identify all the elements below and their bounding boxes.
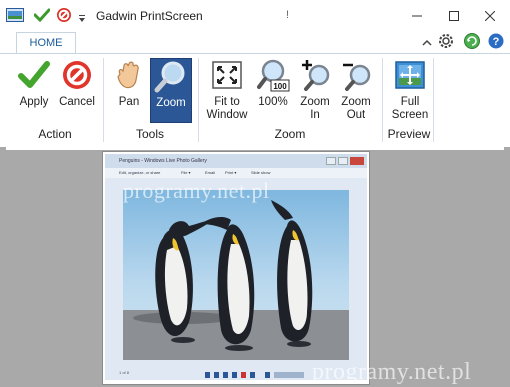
zoom-out-label-2: Out <box>346 109 366 121</box>
captured-window-titlebar: Penguins - Windows Live Photo Gallery <box>105 154 367 168</box>
zoom-tool-label: Zoom <box>156 97 186 109</box>
screen-label: Screen <box>391 109 429 121</box>
full-screen-icon <box>393 58 427 92</box>
collapse-ribbon-icon[interactable] <box>422 37 432 51</box>
apply-check-icon <box>17 58 51 92</box>
captured-maximize-icon <box>338 157 348 165</box>
fit-to-window-button[interactable]: Fit to Window <box>204 58 250 122</box>
captured-toolbar-item: Email <box>205 170 216 175</box>
captured-toolbar: Edit, organize, or share File ▾ Email Pr… <box>105 168 367 178</box>
update-globe-icon[interactable] <box>463 32 481 53</box>
title-marker: ! <box>286 9 290 21</box>
zoom-out-button[interactable]: Zoom Out <box>337 58 375 122</box>
zoom-in-label-1: Zoom <box>300 96 330 108</box>
fit-window-icon <box>210 58 244 92</box>
captured-toolbar-item: Slide show <box>251 170 271 175</box>
pan-label: Pan <box>118 96 140 108</box>
fit-window-label: Window <box>206 109 248 121</box>
window-title: Gadwin PrintScreen <box>96 9 203 23</box>
captured-status-text: 1 of 8 <box>119 370 130 375</box>
tab-home[interactable]: HOME <box>16 32 76 54</box>
captured-image[interactable]: Penguins - Windows Live Photo Gallery Ed… <box>103 152 369 384</box>
ribbon: Apply Cancel Pan Zoom Fit to Window 100 … <box>0 53 510 148</box>
ribbon-tab-row: HOME ? <box>0 32 510 54</box>
pan-button[interactable]: Pan <box>110 58 148 109</box>
full-label: Full <box>400 96 420 108</box>
zoom-100-button[interactable]: 100 100% <box>254 58 292 109</box>
group-label-zoom: Zoom <box>274 127 306 141</box>
captured-window-title: Penguins - Windows Live Photo Gallery <box>119 158 207 164</box>
fit-to-label: Fit to <box>214 96 240 108</box>
captured-toolbar-item: File ▾ <box>181 170 191 175</box>
quick-cancel-icon[interactable] <box>56 7 72 26</box>
watermark-text: programy.net.pl <box>123 178 270 203</box>
close-button[interactable] <box>472 0 508 32</box>
group-label-preview: Preview <box>387 127 431 141</box>
cancel-label: Cancel <box>59 96 95 108</box>
penguins-photo <box>123 190 349 360</box>
preview-canvas[interactable]: Penguins - Windows Live Photo Gallery Ed… <box>0 147 510 387</box>
captured-minimize-icon <box>326 157 336 165</box>
watermark-text: programy.net.pl <box>312 359 472 385</box>
canvas-top-edge <box>6 147 504 150</box>
captured-close-icon <box>350 157 364 165</box>
ribbon-separator <box>198 58 199 142</box>
quick-access-dropdown-icon[interactable] <box>78 12 86 26</box>
zoom-in-button[interactable]: Zoom In <box>296 58 334 122</box>
captured-nav-icons <box>205 370 315 384</box>
cancel-button[interactable]: Cancel <box>57 58 97 109</box>
pan-hand-icon <box>112 58 146 92</box>
cancel-circle-icon <box>60 58 94 92</box>
full-screen-button[interactable]: Full Screen <box>389 58 431 122</box>
ribbon-separator <box>382 58 383 142</box>
group-label-action: Action <box>38 127 72 141</box>
svg-text:100: 100 <box>273 82 287 91</box>
zoom-100-label: 100% <box>258 96 288 108</box>
zoom-in-label-2: In <box>310 109 320 121</box>
quick-apply-icon[interactable] <box>33 8 51 25</box>
group-label-tools: Tools <box>135 127 164 141</box>
apply-button[interactable]: Apply <box>14 58 54 109</box>
zoom-out-icon <box>339 58 373 92</box>
zoom-out-label-1: Zoom <box>341 96 371 108</box>
zoom-magnifier-icon <box>154 60 188 94</box>
help-icon[interactable]: ? <box>487 32 505 53</box>
zoom-tool-button[interactable]: Zoom <box>150 58 192 123</box>
maximize-button[interactable] <box>436 0 472 32</box>
settings-gear-icon[interactable] <box>437 32 455 53</box>
zoom-100-icon: 100 <box>256 58 290 92</box>
app-icon[interactable] <box>6 8 24 25</box>
zoom-in-icon <box>298 58 332 92</box>
title-bar: Gadwin PrintScreen ! <box>0 0 510 32</box>
apply-label: Apply <box>19 96 49 108</box>
captured-toolbar-item: Edit, organize, or share <box>119 170 161 175</box>
captured-toolbar-item: Print ▾ <box>225 170 237 175</box>
svg-text:?: ? <box>493 36 500 48</box>
minimize-button[interactable] <box>399 0 435 32</box>
ribbon-separator <box>103 58 104 142</box>
